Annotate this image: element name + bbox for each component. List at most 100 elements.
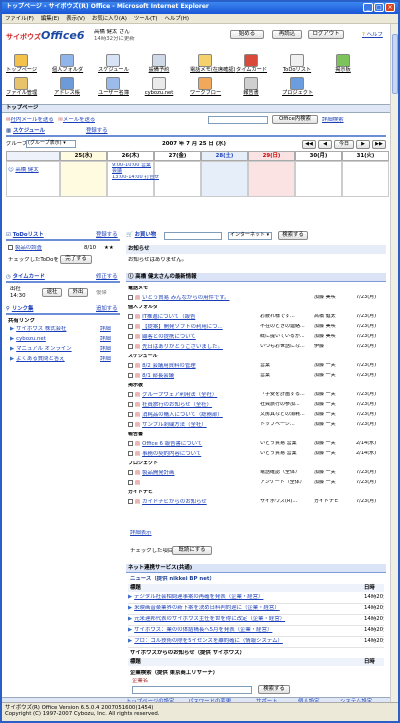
latest-item-title[interactable]: 社員旅行のお知らせ（全社） [142, 402, 212, 408]
office-search-button[interactable]: Office内検索 [272, 115, 318, 124]
menu-item[interactable]: ヘルプ(H) [165, 16, 189, 22]
company-search-button[interactable]: 検索する [258, 685, 290, 694]
calendar-day-cell[interactable] [342, 161, 389, 197]
latest-item-title[interactable]: 事務の契約内容について [142, 451, 201, 457]
leave-button[interactable]: 退社 [42, 288, 62, 297]
latest-item-title[interactable]: 8/1 部長会議 [142, 373, 174, 379]
timecard-edit-link[interactable]: 修正する [96, 274, 118, 280]
app-icon-6[interactable]: ToDoリスト [282, 54, 312, 74]
close-icon[interactable]: × [385, 3, 395, 12]
link-item[interactable]: ▶ よくある質問と答え 詳細 [10, 356, 120, 362]
minimize-icon[interactable]: _ [363, 3, 373, 12]
news-title[interactable]: 元米連邦代表のサイボウズ主任を世を得に改定（企業・経営） [134, 616, 285, 622]
latest-item[interactable]: ▤ 消耗品の購入について（総務部） 文房具などの消耗... 加藤 一夫 7/23(月) [128, 412, 386, 418]
calendar-day-cell[interactable] [201, 161, 248, 197]
app-icon-4[interactable]: 電話メモ(在席確認) [190, 54, 236, 74]
app-icon-8[interactable]: ファイル管理 [6, 77, 37, 97]
shopping-search-input[interactable] [164, 232, 222, 240]
latest-checkbox[interactable] [128, 295, 133, 300]
menu-item[interactable]: 編集(E) [41, 16, 59, 22]
latest-item[interactable]: ▤ アンケート（全体） 加藤 一夫 7/23(月) [128, 480, 386, 486]
calendar-day-header[interactable]: 28(土) [201, 151, 248, 161]
app-icon-10[interactable]: ユーザー名簿 [98, 77, 129, 97]
link-label[interactable]: マニュアル オンライン [16, 346, 71, 352]
menu-item[interactable]: 表示(V) [66, 16, 85, 22]
app-icon-3[interactable]: 設備予約 [144, 54, 174, 74]
latest-item[interactable]: ▤ ガイドナビからのお知らせ サイボウズ(R)... ガイドナビ 7/23(月) [128, 499, 386, 505]
latest-item-title[interactable]: 8/2 会議用資料の管理 [142, 363, 196, 369]
person-link[interactable]: ☺ 高橋 健太 [8, 167, 39, 173]
news-item[interactable]: ▶プロ：コル技術の際を5イセンスを離約確に（情報システム） 14時20分 [128, 638, 384, 648]
schedule-nav-button[interactable]: ▶ [356, 140, 370, 149]
link-label[interactable]: cybozu.net [16, 336, 46, 342]
send-mail-link[interactable]: メールを送る [63, 117, 95, 123]
news-item[interactable]: ▶デジタル社会相問連事案の再確を発表（企業・経営） 14時20分 [128, 594, 384, 604]
detail-search-link[interactable]: 詳細検索 [322, 117, 344, 123]
latest-checkbox[interactable] [128, 499, 133, 504]
latest-checkbox[interactable] [128, 324, 133, 329]
latest-checkbox[interactable] [128, 402, 133, 407]
news-title[interactable]: プロ：コル技術の際を5イセンスを離約確に（情報システム） [134, 638, 283, 644]
calendar-day-cell[interactable] [154, 161, 201, 197]
link-item[interactable]: ▶ マニュアル オンライン 詳細 [10, 346, 120, 352]
latest-item[interactable]: ▤ 社員旅行のお知らせ（全社） 社員旅行の参加... 加藤 一夫 7/23(月) [128, 402, 386, 408]
latest-item[interactable]: ▤ 8/1 部長会議 営業 加藤 一夫 7/23(月) [128, 373, 386, 379]
schedule-register-link[interactable]: 登録する [86, 128, 108, 134]
shopping-site-select[interactable]: インターネット ▾ [228, 232, 272, 240]
menu-item[interactable]: ファイル(F) [5, 16, 34, 22]
maximize-icon[interactable]: □ [374, 3, 384, 12]
latest-item-title[interactable]: IT推進について（報告 [142, 314, 195, 320]
app-icon-2[interactable]: スケジュール [98, 54, 129, 74]
latest-item-title[interactable]: Office 6 報告書について [142, 441, 202, 447]
latest-checkbox[interactable] [128, 334, 133, 339]
calendar-day-cell[interactable] [248, 161, 295, 197]
link-item[interactable]: ▶ cybozu.net 詳細 [10, 336, 120, 342]
calendar-day-header[interactable]: 29(日) [248, 151, 295, 161]
schedule-entry[interactable]: 13:00-14:00 打合せ [112, 175, 159, 181]
latest-item[interactable]: ▤ 先日はありがとうございました。 いつもお世話にな... 伊藤 7/23(月) [128, 344, 386, 350]
latest-item-title[interactable]: サンプル刺繍方法（全社） [142, 422, 207, 428]
calendar-day-header[interactable]: 25(水) [60, 151, 107, 161]
latest-item[interactable]: ▤ 【提案】開発ソフトの利用につ... 不在のときの連絡... 加藤 美咲 7/23(月… [128, 324, 386, 330]
latest-item[interactable]: ▤ サンプル刺繍方法（全社） トップページ... 加藤 一夫 7/23(月) [128, 422, 386, 428]
schedule-nav-button[interactable]: ◀◀ [302, 140, 316, 149]
app-icon-5[interactable]: タイムカード [236, 54, 267, 74]
latest-checkbox[interactable] [128, 344, 133, 349]
app-icon-7[interactable]: 掲示板 [328, 54, 358, 74]
app-icon-12[interactable]: ワークフロー [190, 77, 221, 97]
mark-read-button[interactable]: 既読にする [172, 546, 212, 555]
send-internal-mail-link[interactable]: 社内メールを送る [11, 117, 54, 123]
news-item[interactable]: ▶元米連邦代表のサイボウズ主任を世を得に改定（企業・経営） 14時20分 [128, 616, 384, 626]
app-icon-0[interactable]: トップページ [6, 54, 37, 74]
news-title[interactable]: デジタル社会相問連事案の再確を発表（企業・経営） [134, 594, 263, 600]
reload-button[interactable]: 再読込 [272, 30, 302, 39]
news-item[interactable]: ▶米映画音楽業界の新下案を決め日料判約遅に（企業・経営） 14時20分 [128, 605, 384, 615]
calendar-day-cell[interactable] [60, 161, 107, 197]
help-link[interactable]: ? ヘルプ [362, 32, 383, 38]
latest-checkbox[interactable] [128, 392, 133, 397]
news-title[interactable]: サイボウズ：業のの体結構長へ5月を発表（企業・経営） [134, 627, 272, 633]
schedule-title-link[interactable]: スケジュール [13, 128, 45, 134]
latest-item[interactable]: ▤ 顧客との提携について 概に提いているか... 加藤 美咲 7/23(月) [128, 334, 386, 340]
latest-item[interactable]: ▤ 事務の契約内容について いとう貿易 営業 加藤 一夫 2/14(水) [128, 451, 386, 457]
start-button[interactable]: 始める [230, 30, 264, 39]
shopping-search-button[interactable]: 検索する [278, 231, 308, 240]
schedule-nav-button[interactable]: ◀ [318, 140, 332, 149]
calendar-day-header[interactable]: 27(金) [154, 151, 201, 161]
latest-checkbox[interactable] [128, 422, 133, 427]
menu-item[interactable]: お気に入り(A) [92, 16, 127, 22]
latest-checkbox[interactable] [128, 480, 133, 485]
latest-item[interactable]: ▤ 製品開発計画 電話確認（全体） 加藤 一夫 7/23(月) [128, 470, 386, 476]
schedule-entry[interactable]: 9:00-10:00 営業会議 [112, 163, 152, 175]
latest-item-title[interactable]: ガイドナビからのお知らせ [142, 499, 207, 505]
app-icon-11[interactable]: cybozu.net [144, 77, 174, 97]
detail-view-link[interactable]: 詳細表示 [130, 530, 152, 536]
latest-item[interactable]: ▤ いとう貿易 みんなからの用件です。 加藤 美咲 7/23(月) [128, 295, 386, 301]
latest-item[interactable]: ▤ Office 6 報告書について いとう貿易 営業 加藤 一夫 2/14(水) [128, 441, 386, 447]
menu-item[interactable]: ツール(T) [134, 16, 158, 22]
latest-checkbox[interactable] [128, 373, 133, 378]
latest-checkbox[interactable] [128, 363, 133, 368]
latest-checkbox[interactable] [128, 470, 133, 475]
news-title[interactable]: 米映画音楽業界の新下案を決め日料判約遅に（企業・経営） [134, 605, 280, 611]
todo-register-link[interactable]: 登録する [96, 232, 118, 238]
